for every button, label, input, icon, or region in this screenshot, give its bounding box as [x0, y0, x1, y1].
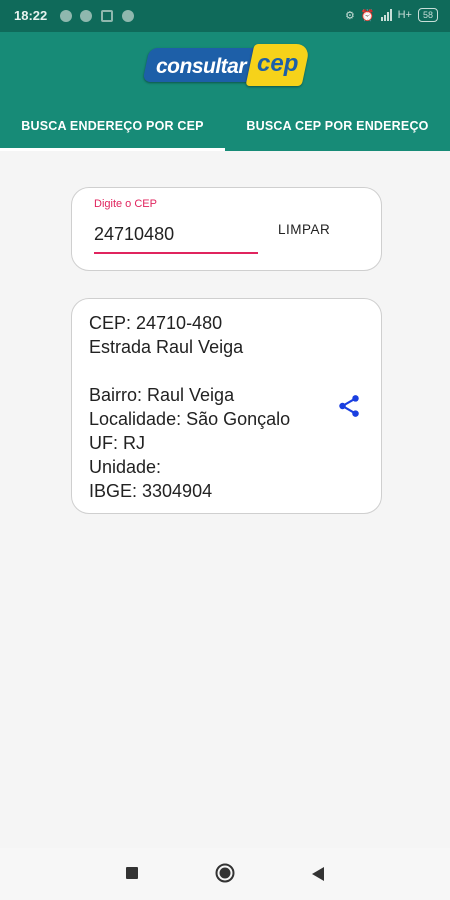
cep-search-card: Digite o CEP 24710480 LIMPAR: [71, 187, 382, 271]
settings-icon: ⚙: [345, 9, 355, 22]
notification-icon: [101, 10, 113, 22]
clear-button[interactable]: LIMPAR: [278, 222, 330, 237]
result-card: CEP: 24710-480 Estrada Raul Veiga Bairro…: [71, 298, 382, 514]
app-logo: consultar cep: [142, 44, 311, 86]
cep-input[interactable]: 24710480: [94, 224, 174, 245]
home-icon[interactable]: [215, 863, 235, 883]
result-cep: CEP: 24710-480: [89, 313, 223, 333]
result-unidade: Unidade:: [89, 457, 162, 477]
status-indicators: ⚙ ⏰ H+ 58: [345, 8, 438, 22]
notification-icon: [80, 10, 92, 22]
recent-apps-icon[interactable]: [126, 867, 138, 879]
tab-busca-cep-por-endereco[interactable]: BUSCA CEP POR ENDEREÇO: [225, 100, 450, 151]
app-bar: consultar cep: [0, 32, 450, 100]
result-street: Estrada Raul Veiga: [89, 337, 244, 357]
battery-icon: 58: [417, 8, 438, 22]
alarm-icon: ⏰: [360, 9, 375, 22]
share-icon[interactable]: [336, 393, 362, 419]
cep-input-label: Digite o CEP: [94, 198, 157, 210]
tab-busca-endereco-por-cep[interactable]: BUSCA ENDEREÇO POR CEP: [0, 100, 225, 151]
result-ibge: IBGE: 3304904: [89, 481, 213, 501]
status-time: 18:22: [14, 8, 48, 23]
back-icon[interactable]: [310, 866, 326, 882]
result-bairro: Bairro: Raul Veiga: [89, 385, 235, 405]
status-bar: 18:22 ⚙ ⏰ H+ 58: [0, 0, 450, 32]
notification-icon: [122, 10, 134, 22]
result-localidade: Localidade: São Gonçalo: [89, 409, 291, 429]
notification-icon: [60, 10, 72, 22]
cep-input-underline: [94, 252, 258, 254]
tab-bar: BUSCA ENDEREÇO POR CEP BUSCA CEP POR END…: [0, 100, 450, 151]
system-nav-bar: [0, 848, 450, 900]
result-uf: UF: RJ: [89, 433, 145, 453]
network-type: H+: [397, 9, 412, 21]
signal-icon: [380, 9, 392, 21]
